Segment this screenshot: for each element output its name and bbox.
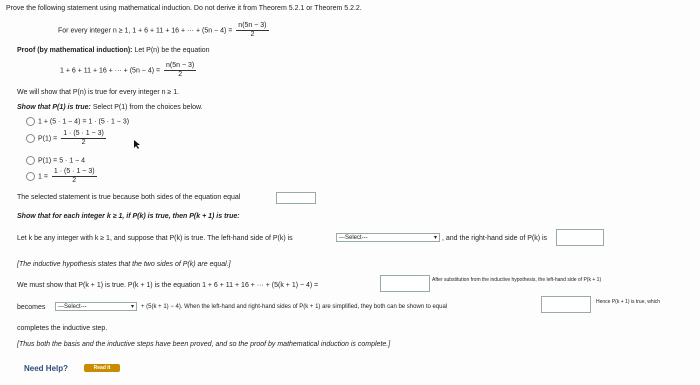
show-p1-rest: Select P(1) from the choices below. (92, 104, 203, 111)
select-value: ---Select--- (58, 304, 87, 310)
choice-3[interactable]: P(1) = 5 · 1 − 4 (26, 156, 85, 165)
proof-header-rest: Let P(n) be the equation (134, 47, 210, 54)
equation: 1 + 6 + 11 + 16 + ··· + (5n − 4) = n(5n … (60, 62, 198, 79)
becomes-select[interactable]: ---Select--- ▾ (55, 302, 137, 311)
completes-text: completes the inductive step. (17, 325, 108, 332)
choice-1[interactable]: 1 + (5 · 1 − 4) = 1 · (5 · 1 − 3) (26, 117, 129, 126)
problem-prompt: Prove the following statement using math… (6, 5, 362, 12)
right-hand-text: , and the right-hand side of P(k) is (442, 235, 548, 242)
fraction-numerator: 1 · (5 · 1 − 3) (51, 168, 97, 177)
choice-label: 1 + (5 · 1 − 4) = 1 · (5 · 1 − 3) (38, 118, 130, 126)
lhs-pk-select[interactable]: ---Select--- ▾ (336, 233, 440, 242)
fraction-numerator: n(5n − 3) (164, 62, 197, 71)
thus-both-text: [Thus both the basis and the inductive s… (17, 341, 391, 348)
radio-button[interactable] (26, 117, 35, 126)
selected-statement: The selected statement is true because b… (17, 194, 241, 201)
fraction-numerator: n(5n − 3) (236, 22, 269, 31)
both-sides-equal-input[interactable] (276, 192, 316, 204)
show-pk: Show that for each integer k ≥ 1, if P(k… (17, 213, 240, 220)
choice-label: 1 = (38, 173, 48, 181)
select-value: ---Select--- (339, 235, 368, 241)
fraction-denominator: 2 (81, 139, 86, 146)
after-sub-text: After substitution from the inductive hy… (432, 277, 602, 283)
proof-header-bold: Proof (by mathematical induction): (17, 47, 133, 54)
will-show-text: We will show that P(n) is true for every… (17, 89, 180, 96)
choice-4[interactable]: 1 = 1 · (5 · 1 − 3) 2 (26, 168, 99, 185)
radio-button[interactable] (26, 172, 35, 181)
radio-button[interactable] (26, 134, 35, 143)
statement-fraction: n(5n − 3) 2 (236, 22, 269, 39)
hypothesis-text: [The inductive hypothesis states that th… (17, 261, 231, 268)
choice-2[interactable]: P(1) = 1 · (5 · 1 − 3) 2 (26, 130, 108, 147)
choice-label: P(1) = 5 · 1 − 4 (38, 157, 86, 165)
must-show-text: We must show that P(k + 1) is true. P(k … (17, 282, 319, 289)
hence-text: Hence P(k + 1) is true, which (596, 299, 661, 305)
equation-lead: 1 + 6 + 11 + 16 + ··· + (5n − 4) = (60, 67, 161, 75)
radio-button[interactable] (26, 156, 35, 165)
need-help-label: Need Help? (24, 364, 69, 373)
becomes-label: becomes (17, 304, 46, 311)
show-p1-bold: Show that P(1) is true: (17, 104, 91, 111)
mouse-cursor-icon (134, 140, 140, 149)
chevron-down-icon: ▾ (130, 304, 134, 310)
fraction-numerator: 1 · (5 · 1 − 3) (61, 130, 106, 139)
statement-lead: For every integer n ≥ 1, 1 + 6 + 11 + 16… (58, 27, 233, 35)
equation-fraction: n(5n − 3) 2 (164, 62, 197, 79)
both-equal-input[interactable] (541, 296, 591, 313)
choice-label: P(1) = (38, 135, 58, 143)
rhs-pk-input[interactable] (556, 229, 604, 246)
fraction-denominator: 2 (178, 71, 183, 78)
let-k-text: Let k be any integer with k ≥ 1, and sup… (17, 235, 293, 242)
plus-term-text: + (5(k + 1) − 4). When the left-hand and… (141, 304, 448, 310)
pk1-rhs-input[interactable] (380, 275, 430, 292)
read-it-button[interactable]: Read It (84, 364, 120, 372)
fraction-denominator: 2 (250, 31, 255, 38)
proof-header: Proof (by mathematical induction): Let P… (17, 47, 210, 54)
fraction-denominator: 2 (72, 177, 77, 184)
statement: For every integer n ≥ 1, 1 + 6 + 11 + 16… (58, 22, 271, 39)
show-p1: Show that P(1) is true: Select P(1) from… (17, 104, 203, 111)
chevron-down-icon: ▾ (433, 235, 437, 241)
choice-fraction: 1 · (5 · 1 − 3) 2 (51, 168, 97, 185)
choice-fraction: 1 · (5 · 1 − 3) 2 (61, 130, 106, 147)
